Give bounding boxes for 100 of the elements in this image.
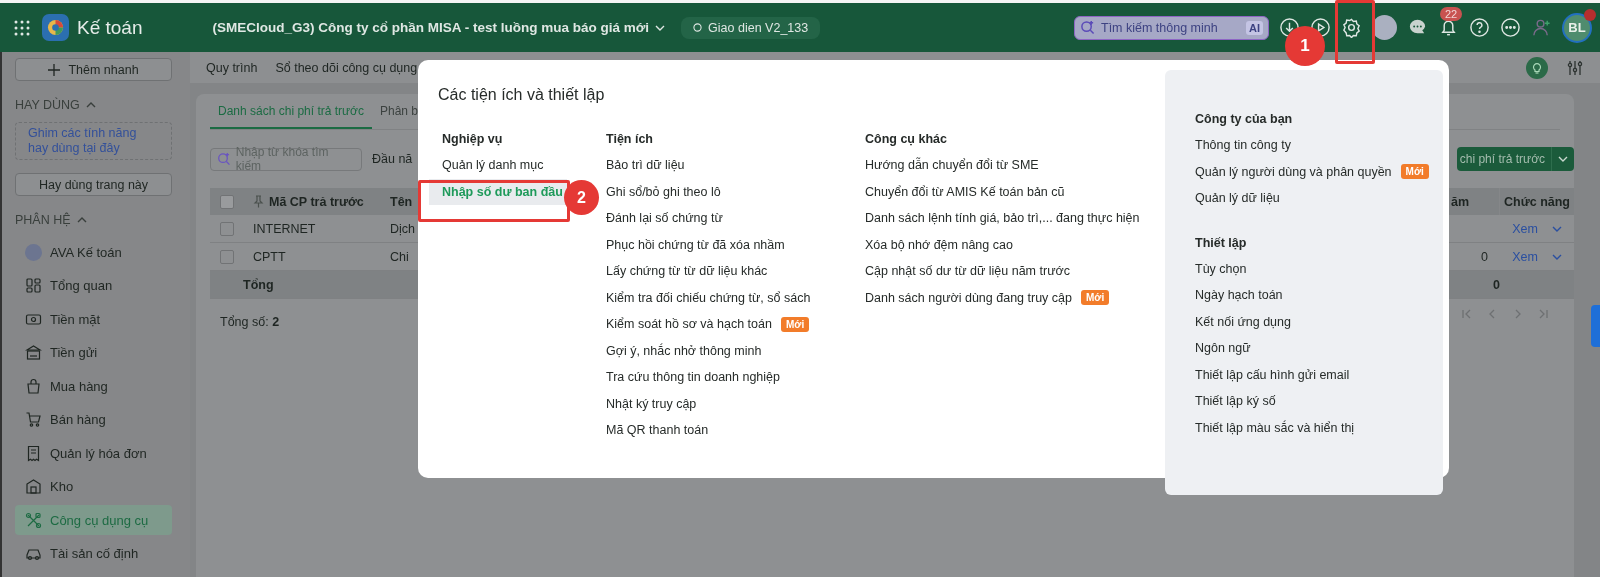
menu-item[interactable]: Thiết lập ký số (1195, 388, 1276, 415)
menu-item[interactable]: Kiểm tra đối chiếu chứng từ, sổ sách (606, 284, 811, 311)
checkbox[interactable] (219, 221, 234, 236)
sidebar-item[interactable]: AVA Kế toán (15, 237, 172, 267)
column-header: Tên (390, 194, 414, 209)
menu-item[interactable]: Đánh lại số chứng từ (606, 205, 723, 232)
settings-icon[interactable] (1341, 17, 1362, 38)
smart-search-field[interactable]: Tìm kiếm thông minh AI (1074, 15, 1269, 40)
menu-item[interactable]: Kết nối ứng dụng (1195, 308, 1291, 335)
menu-item[interactable]: Mã QR thanh toán (606, 417, 709, 444)
checkbox[interactable] (219, 249, 234, 264)
menu-item[interactable]: Cập nhật số dư từ dữ liệu năm trước (865, 258, 1070, 285)
section-title: PHÂN HỆ (15, 213, 71, 227)
pin-icon[interactable] (253, 195, 264, 208)
caret-icon[interactable] (76, 215, 87, 225)
column-header: Mã CP trả trước (269, 194, 364, 209)
menu-item[interactable]: Ngôn ngữ (1195, 335, 1251, 362)
checkbox[interactable] (219, 194, 234, 209)
sidebar-item[interactable]: Kho (15, 471, 172, 502)
menu-item[interactable]: Thông tin công ty (1195, 132, 1291, 159)
menu-item[interactable]: Tra cứu thông tin doanh nghiệp (606, 364, 780, 391)
environment-badge: Giao dien V2_133 (681, 16, 821, 39)
menu-item[interactable]: Kiểm soát hồ sơ và hạch toán Mới (606, 311, 810, 338)
sidebar-item[interactable]: Bán hàng (15, 404, 172, 435)
highlight-frame (1335, 0, 1375, 64)
apps-menu-icon[interactable] (14, 19, 30, 36)
new-badge: Mới (1081, 290, 1110, 306)
add-button[interactable]: chi phí trả trước (1456, 147, 1574, 171)
table-cell: CPTT (253, 249, 286, 264)
panel-heading: Công ty của bạn (1195, 111, 1294, 128)
sidebar-item[interactable]: Tài sản cố định (15, 538, 172, 569)
menu-item[interactable]: Nhật ký truy cập (606, 390, 697, 417)
caret-icon[interactable] (85, 100, 96, 110)
module-icon (25, 478, 42, 495)
toolbar-link[interactable]: Sổ theo dõi công cụ dụng (275, 60, 418, 75)
menu-item[interactable]: Hướng dẫn chuyển đổi từ SME (865, 152, 1039, 179)
more-icon[interactable] (1500, 17, 1521, 38)
module-icon (25, 377, 42, 395)
total-label: Tổng (243, 277, 274, 292)
module-icon (25, 411, 42, 428)
module-icon (25, 344, 42, 361)
menu-item[interactable]: Quản lý người dùng và phân quyền Mới (1195, 158, 1429, 185)
app-logo[interactable] (42, 14, 69, 41)
help-icon[interactable] (1469, 17, 1490, 38)
step-marker: 2 (564, 180, 599, 215)
menu-item[interactable]: Danh sách lệnh tính giá, bảo trì,... đang thực hiện (865, 205, 1140, 232)
company-selector[interactable]: (SMECloud_G3) Công ty cổ phần MISA - test luồng mua báo giá mới (212, 20, 666, 35)
sidebar-item[interactable]: Tiền gửi (15, 337, 172, 368)
menu-item[interactable]: Lấy chứng từ từ dữ liệu khác (606, 258, 768, 285)
table-cell-text: Dịch (390, 221, 416, 236)
menu-item[interactable]: Tùy chọn (1195, 255, 1247, 282)
menu-item[interactable]: Quản lý dữ liệu (1195, 185, 1280, 212)
app-name: Kế toán (77, 16, 143, 39)
menu-item[interactable]: Quản lý danh mục (442, 152, 544, 179)
search-icon (1080, 20, 1095, 35)
toolbar-link[interactable]: Quy trình (206, 60, 258, 75)
panel-heading: Thiết lập (1195, 234, 1248, 252)
period-label: Đầu nă (372, 152, 413, 166)
caret-icon[interactable] (1558, 154, 1568, 164)
alert-dot (1584, 8, 1596, 21)
quick-add-button[interactable]: Thêm nhanh (15, 58, 172, 81)
search-icon (217, 152, 231, 166)
column-heading: Tiện ích (606, 131, 654, 148)
table-cell-text: Chi (390, 249, 410, 264)
menu-item[interactable]: Bảo trì dữ liệu (606, 152, 685, 179)
assistant-avatar-icon (25, 243, 42, 261)
record-count: Tổng số: 2 (220, 315, 280, 329)
menu-item[interactable]: Ngày hạch toán (1195, 282, 1283, 309)
sidebar-item[interactable]: Mua hàng (15, 371, 172, 401)
dialog-title: Các tiện ích và thiết lập (437, 85, 606, 105)
new-badge: Mới (780, 316, 810, 332)
menu-item[interactable]: Thiết lập cấu hình gửi email (1195, 361, 1350, 388)
table-cell: 0 (1481, 249, 1488, 264)
menu-item[interactable]: Thiết lập màu sắc và hiển thị (1195, 414, 1355, 441)
menu-item[interactable]: Danh sách người dùng đang truy cập Mới (865, 284, 1110, 311)
sidebar-item[interactable]: Tổng quan (15, 270, 172, 301)
menu-item[interactable]: Chuyển đổi từ AMIS Kế toán bản cũ (865, 178, 1065, 205)
favorites-hint: Ghim các tính năng hay dùng tại đây (15, 122, 172, 160)
lightbulb-icon (1531, 61, 1543, 74)
column-header: Chức năng (1499, 188, 1574, 215)
sliders-icon[interactable] (1566, 58, 1584, 77)
sidebar-item[interactable]: Tiền mặt (15, 304, 172, 334)
side-panel-handle[interactable] (1591, 305, 1600, 347)
pin-page-button[interactable]: Hay dùng trang này (15, 173, 172, 196)
lightbulb-button[interactable] (1526, 56, 1548, 79)
notification-count: 22 (1440, 7, 1463, 21)
section-title: HAY DÙNG (15, 98, 80, 112)
menu-item[interactable]: Gợi ý, nhắc nhở thông minh (606, 337, 762, 364)
column-header: ăm (1451, 194, 1471, 209)
new-badge: Mới (1400, 164, 1429, 180)
menu-item[interactable]: Phục hồi chứng từ đã xóa nhầm (606, 231, 785, 258)
menu-item[interactable]: Ghi sổ/bỏ ghi theo lô (606, 178, 721, 205)
module-icon (25, 444, 42, 462)
plus-icon (48, 63, 61, 76)
module-icon (25, 277, 42, 294)
column-heading: Công cụ khác (865, 131, 948, 148)
module-icon (25, 511, 42, 529)
column-heading: Nghiệp vụ (442, 131, 504, 148)
sidebar-item[interactable]: Quản lý hóa đơn (15, 438, 172, 468)
menu-item[interactable]: Xóa bộ nhớ đệm nâng cao (865, 231, 1013, 258)
